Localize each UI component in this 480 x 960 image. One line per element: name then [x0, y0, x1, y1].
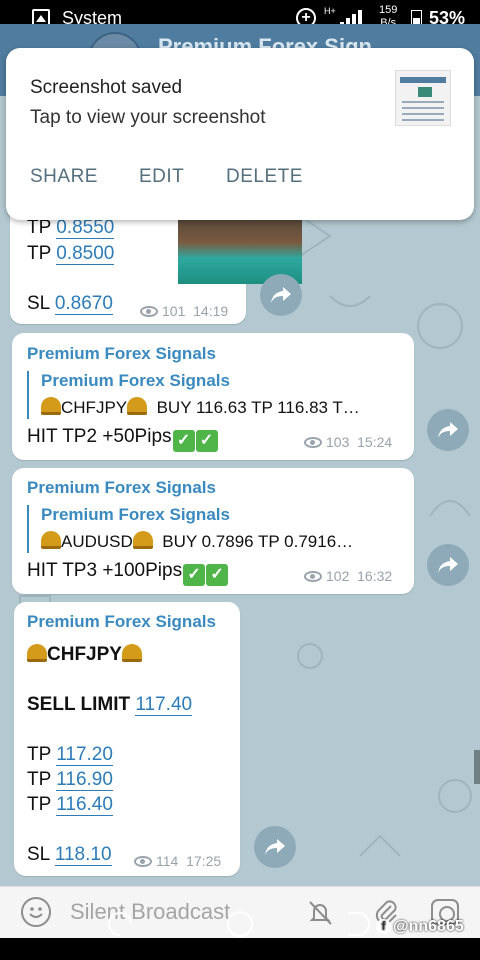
tp-line: TP 0.8550: [27, 217, 115, 239]
sl-line: SL 0.8670: [27, 293, 113, 315]
forwarded-message[interactable]: Premium Forex Signals CHFJPY BUY 116.63 …: [27, 371, 360, 419]
eye-icon: [140, 306, 158, 317]
pair-label: CHFJPY: [47, 644, 122, 665]
bell-icon: [41, 531, 61, 549]
forward-snippet: BUY 0.7896 TP 0.7916…: [162, 532, 354, 551]
message-bubble[interactable]: Premium Forex Signals Premium Forex Sign…: [12, 333, 414, 460]
share-arrow-icon[interactable]: [427, 409, 469, 451]
order-label: SELL LIMIT: [27, 694, 131, 715]
edit-action-button[interactable]: EDIT: [139, 166, 184, 188]
message-text: HIT TP3 +100Pips: [27, 560, 183, 581]
recents-button[interactable]: [103, 907, 137, 941]
notification-title: Screenshot saved: [30, 77, 183, 98]
screenshot-notification[interactable]: Screenshot saved Tap to view your screen…: [6, 48, 474, 220]
check-icon: ✓: [206, 564, 229, 586]
tp-value-link[interactable]: 117.20: [56, 744, 113, 766]
tp-line: TP 117.20: [27, 744, 113, 766]
share-arrow-icon[interactable]: [260, 274, 302, 316]
sl-line: SL 118.10: [27, 844, 112, 866]
sl-label: SL: [27, 293, 50, 314]
message-time: 14:19: [193, 303, 229, 319]
eye-icon: [304, 437, 322, 448]
view-count: 102: [326, 568, 350, 584]
sl-label: SL: [27, 844, 50, 865]
message-body: HIT TP2 +50Pips ✓ ✓: [27, 426, 218, 452]
tp-value-link[interactable]: 0.8500: [56, 243, 115, 265]
network-speed-value: 159: [379, 4, 398, 16]
check-icon: ✓: [172, 430, 195, 452]
message-meta: 114 17:25: [134, 853, 221, 869]
tp-label: TP: [27, 794, 51, 815]
message-bubble[interactable]: Premium Forex Signals CHFJPY SELL LIMIT …: [14, 602, 240, 876]
tp-label: TP: [27, 769, 51, 790]
forward-pair: AUDUSD: [61, 532, 133, 551]
sl-value-link[interactable]: 118.10: [54, 844, 112, 866]
tp-value-link[interactable]: 0.8550: [56, 217, 115, 239]
sender-name[interactable]: Premium Forex Signals: [27, 344, 216, 364]
delete-action-button[interactable]: DELETE: [226, 166, 303, 188]
screenshot-thumbnail[interactable]: [395, 70, 451, 126]
tp-line: TP 116.40: [27, 794, 113, 816]
eye-icon: [304, 571, 322, 582]
pair-line: CHFJPY: [27, 644, 142, 666]
tp-label: TP: [27, 744, 51, 765]
message-meta: 103 15:24: [304, 434, 392, 450]
sender-name[interactable]: Premium Forex Signals: [27, 478, 216, 498]
facebook-icon: f: [376, 919, 391, 934]
message-time: 16:32: [357, 568, 393, 584]
check-icon: ✓: [195, 430, 218, 452]
eye-icon: [134, 856, 152, 867]
forward-name: Premium Forex Signals: [41, 371, 230, 390]
bell-icon: [41, 397, 61, 415]
message-body: HIT TP3 +100Pips ✓ ✓: [27, 560, 229, 586]
tp-line: TP 116.90: [27, 769, 113, 791]
tp-value-link[interactable]: 116.90: [56, 769, 113, 791]
tp-value-link[interactable]: 116.40: [56, 794, 113, 816]
view-count: 114: [156, 853, 179, 869]
sender-name[interactable]: Premium Forex Signals: [27, 612, 216, 632]
forward-snippet: BUY 116.63 TP 116.83 T…: [156, 398, 360, 417]
forward-text: AUDUSD BUY 0.7896 TP 0.7916…: [41, 531, 353, 552]
tp-label: TP: [27, 243, 51, 264]
message-text: HIT TP2 +50Pips: [27, 426, 172, 447]
message-bubble[interactable]: Premium Forex Signals Premium Forex Sign…: [12, 468, 414, 594]
message-meta: 101 14:19: [140, 303, 228, 319]
message-meta: 102 16:32: [304, 568, 392, 584]
forward-text: CHFJPY BUY 116.63 TP 116.83 T…: [41, 397, 360, 418]
watermark-text: @nn6865: [393, 918, 464, 935]
network-type: H+: [324, 6, 336, 16]
order-line: SELL LIMIT 117.40: [27, 694, 193, 716]
bell-icon: [27, 644, 47, 662]
bell-icon: [132, 531, 153, 549]
view-count: 103: [326, 434, 350, 450]
back-button[interactable]: [348, 912, 370, 936]
watermark: f @nn6865: [376, 918, 464, 936]
message-time: 15:24: [357, 434, 393, 450]
check-icon: ✓: [183, 564, 206, 586]
bell-icon: [127, 397, 148, 415]
share-arrow-icon[interactable]: [254, 826, 296, 868]
forward-name: Premium Forex Signals: [41, 505, 230, 524]
share-action-button[interactable]: SHARE: [30, 166, 98, 188]
message-time: 17:25: [186, 853, 222, 869]
notification-subtitle: Tap to view your screenshot: [30, 107, 266, 128]
sl-value-link[interactable]: 0.8670: [54, 293, 113, 315]
scrollbar[interactable]: [474, 750, 480, 784]
view-count: 101: [162, 303, 186, 319]
tp-label: TP: [27, 217, 51, 238]
home-button[interactable]: [227, 911, 253, 937]
share-arrow-icon[interactable]: [427, 544, 469, 586]
forwarded-message[interactable]: Premium Forex Signals AUDUSD BUY 0.7896 …: [27, 505, 353, 553]
tp-line: TP 0.8500: [27, 243, 115, 265]
bell-icon: [121, 644, 142, 662]
forward-pair: CHFJPY: [61, 398, 128, 417]
order-value-link[interactable]: 117.40: [135, 694, 193, 716]
